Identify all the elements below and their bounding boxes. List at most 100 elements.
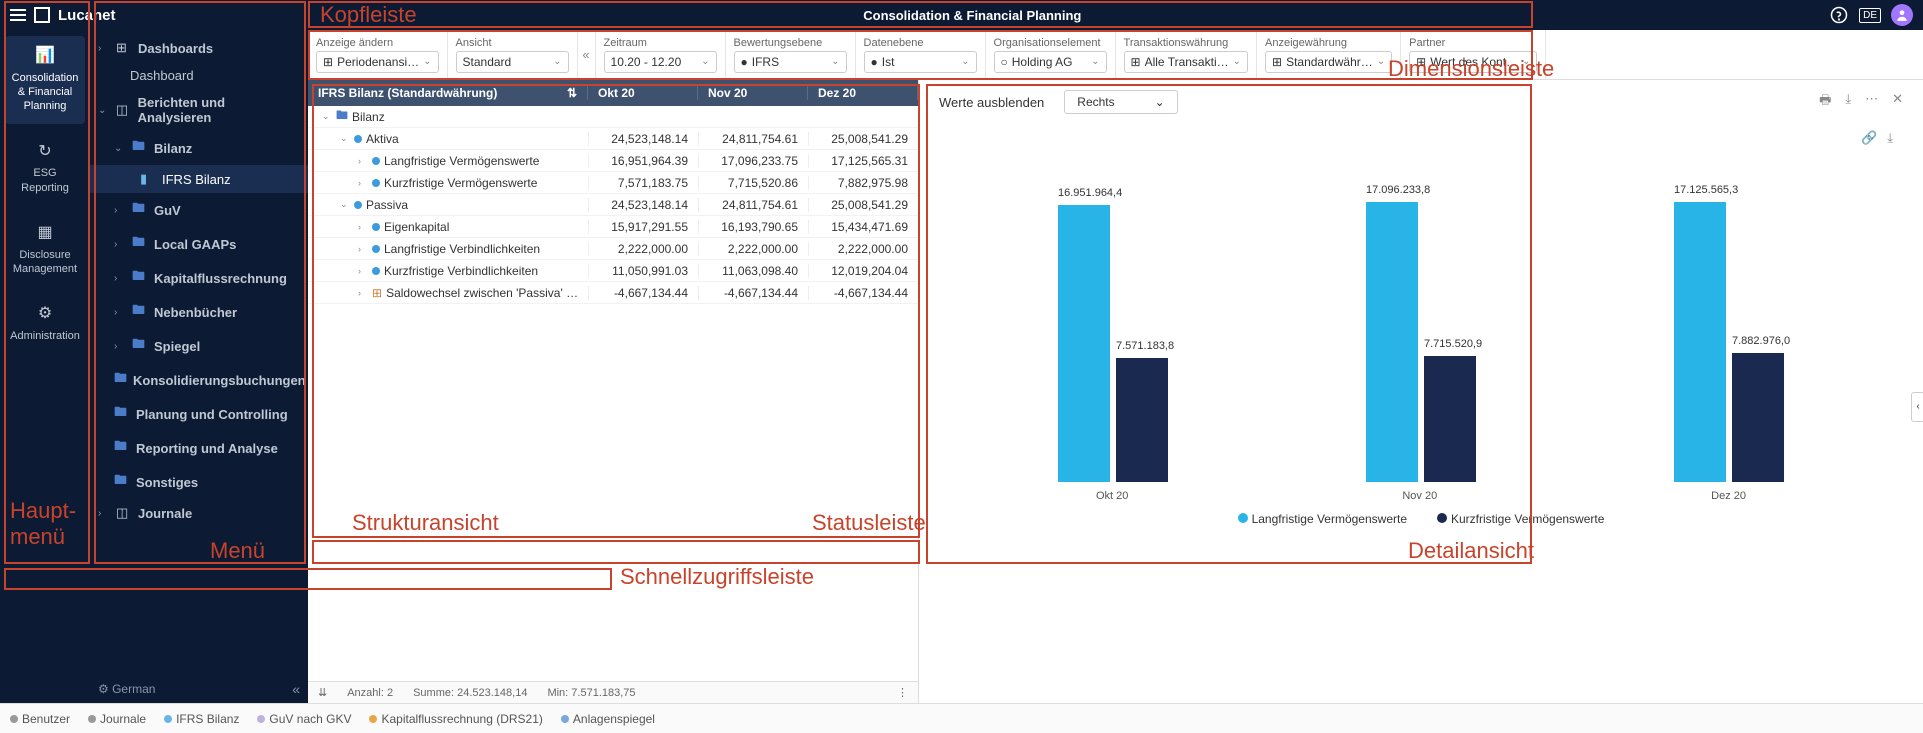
tree-node-ifrs-bilanz[interactable]: ▮ IFRS Bilanz [90, 165, 308, 193]
quick-access-item[interactable]: IFRS Bilanz [164, 712, 239, 726]
table-row[interactable]: ⌄Passiva24,523,148.1424,811,754.6125,008… [308, 194, 918, 216]
cell-value[interactable]: 7,571,183.75 [588, 176, 698, 190]
chart-bar[interactable]: 7.571.183,8 [1116, 358, 1168, 482]
chart-bar[interactable]: 17.125.565,3 [1674, 202, 1726, 482]
chevron-right-icon[interactable]: › [358, 266, 368, 276]
quick-access-item[interactable]: Kapitalflussrechnung (DRS21) [369, 712, 542, 726]
tree-node-journale[interactable]: › ◫ Journale [90, 499, 308, 527]
cell-value[interactable]: 17,096,233.75 [698, 154, 808, 168]
cell-value[interactable]: 2,222,000.00 [698, 242, 808, 256]
cell-value[interactable]: 2,222,000.00 [808, 242, 918, 256]
tree-node-local-gaaps[interactable]: › 🖿 Local GAAPs [90, 227, 308, 261]
cell-value[interactable]: 2,222,000.00 [588, 242, 698, 256]
settings-icon[interactable]: ⇅ [567, 86, 577, 100]
print-icon[interactable]: 🖶 [1819, 91, 1831, 113]
cell-value[interactable]: 24,523,148.14 [588, 132, 698, 146]
tree-node-planung[interactable]: 🖿 Planung und Controlling [90, 397, 308, 431]
position-select[interactable]: Rechts ⌄ [1064, 90, 1177, 114]
dimension-select[interactable]: ●Ist⌄ [864, 51, 977, 73]
tree-node-konsolidierung[interactable]: 🖿 Konsolidierungsbuchungen [90, 363, 308, 397]
table-row[interactable]: ›Kurzfristige Vermögenswerte7,571,183.75… [308, 172, 918, 194]
chevron-down-icon[interactable]: ⌄ [322, 111, 332, 122]
chevron-right-icon[interactable]: › [358, 178, 368, 188]
dimension-select[interactable]: ⊞Periodenansi…⌄ [316, 51, 439, 73]
tree-node-reports[interactable]: ⌄ ◫ Berichten und Analysieren [90, 89, 308, 131]
cell-value[interactable]: 15,917,291.55 [588, 220, 698, 234]
chevron-down-icon[interactable]: ⌄ [340, 199, 350, 210]
cell-value[interactable]: 11,063,098.40 [698, 264, 808, 278]
column-header[interactable]: Okt 20 [588, 86, 698, 100]
legend-item[interactable]: Kurzfristige Vermögenswerte [1437, 512, 1604, 526]
cell-value[interactable]: 12,019,204.04 [808, 264, 918, 278]
quick-access-item[interactable]: Anlagenspiegel [561, 712, 655, 726]
chevron-right-icon[interactable]: › [358, 288, 368, 298]
cell-value[interactable]: 16,193,790.65 [698, 220, 808, 234]
table-row[interactable]: ›Kurzfristige Verbindlichkeiten11,050,99… [308, 260, 918, 282]
dimension-select[interactable]: Standard⌄ [456, 51, 569, 73]
language-badge[interactable]: DE [1859, 8, 1881, 23]
dimension-select[interactable]: ⊞Standardwähr…⌄ [1265, 51, 1392, 73]
tree-node-dashboards[interactable]: › ⊞ Dashboards [90, 34, 308, 62]
main-menu-item-admin[interactable]: ⚙ Administration [5, 294, 85, 353]
quick-access-item[interactable]: GuV nach GKV [257, 712, 351, 726]
chevron-right-icon[interactable]: › [358, 156, 368, 166]
cell-value[interactable]: 15,434,471.69 [808, 220, 918, 234]
panel-collapse-handle[interactable]: ‹ [1911, 392, 1923, 422]
quick-access-item[interactable]: Journale [88, 712, 146, 726]
dimension-select[interactable]: 10.20 - 12.20⌄ [604, 51, 717, 73]
cell-value[interactable]: 25,008,541.29 [808, 198, 918, 212]
language-selector[interactable]: ⚙ German [98, 682, 155, 696]
cell-value[interactable]: 11,050,991.03 [588, 264, 698, 278]
cell-value[interactable]: 24,523,148.14 [588, 198, 698, 212]
main-menu-item-consolidation[interactable]: 📊 Consolidation & Financial Planning [5, 36, 85, 124]
dimension-select[interactable]: ⊞Alle Transakti…⌄ [1124, 51, 1248, 73]
tree-node-spiegel[interactable]: › 🖿 Spiegel [90, 329, 308, 363]
more-icon[interactable]: ⋮ [897, 686, 908, 699]
tree-node-nebenbuecher[interactable]: › 🖿 Nebenbücher [90, 295, 308, 329]
download-icon[interactable]: ⤓ [1845, 91, 1851, 113]
cell-value[interactable]: -4,667,134.44 [588, 286, 698, 300]
close-icon[interactable]: ✕ [1892, 91, 1903, 113]
expand-all-icon[interactable]: ⇊ [318, 686, 327, 699]
help-icon[interactable] [1829, 5, 1849, 25]
table-row[interactable]: ›⊞Saldowechsel zwischen 'Passiva' …-4,66… [308, 282, 918, 304]
chevron-down-icon[interactable]: ⌄ [340, 133, 350, 144]
chart-bar[interactable]: 17.096.233,8 [1366, 202, 1418, 482]
tree-node-kapitalfluss[interactable]: › 🖿 Kapitalflussrechnung [90, 261, 308, 295]
chart-bar[interactable]: 7.715.520,9 [1424, 356, 1476, 482]
tree-node-reporting[interactable]: 🖿 Reporting und Analyse [90, 431, 308, 465]
tree-node-bilanz[interactable]: ⌄ 🖿 Bilanz [90, 131, 308, 165]
collapse-dimensions-icon[interactable]: « [578, 30, 596, 79]
legend-item[interactable]: Langfristige Vermögenswerte [1238, 512, 1407, 526]
chart-bar[interactable]: 7.882.976,0 [1732, 353, 1784, 482]
tree-node-sonstiges[interactable]: 🖿 Sonstiges [90, 465, 308, 499]
table-row[interactable]: ⌄🖿Bilanz [308, 106, 918, 128]
collapse-menu-icon[interactable]: « [292, 681, 300, 697]
tree-node-dashboard[interactable]: Dashboard [90, 62, 308, 89]
cell-value[interactable]: 24,811,754.61 [698, 198, 808, 212]
user-avatar[interactable] [1891, 4, 1913, 26]
main-menu-item-esg[interactable]: ↻ ESG Reporting [5, 132, 85, 205]
more-icon[interactable]: ⋯ [1865, 91, 1878, 113]
column-header[interactable]: Dez 20 [808, 86, 918, 100]
table-row[interactable]: ⌄Aktiva24,523,148.1424,811,754.6125,008,… [308, 128, 918, 150]
cell-value[interactable]: -4,667,134.44 [808, 286, 918, 300]
chart-bar[interactable]: 16.951.964,4 [1058, 205, 1110, 482]
table-row[interactable]: ›Eigenkapital15,917,291.5516,193,790.651… [308, 216, 918, 238]
chevron-right-icon[interactable]: › [358, 222, 368, 232]
chevron-right-icon[interactable]: › [358, 244, 368, 254]
column-header[interactable]: Nov 20 [698, 86, 808, 100]
table-row[interactable]: ›Langfristige Vermögenswerte16,951,964.3… [308, 150, 918, 172]
dimension-select[interactable]: ○Holding AG⌄ [994, 51, 1107, 73]
cell-value[interactable]: 25,008,541.29 [808, 132, 918, 146]
dimension-select[interactable]: ⊞Wert des Kont…⌄ [1409, 51, 1537, 73]
cell-value[interactable]: 7,882,975.98 [808, 176, 918, 190]
cell-value[interactable]: 7,715,520.86 [698, 176, 808, 190]
main-menu-item-disclosure[interactable]: ▦ Disclosure Management [5, 213, 85, 286]
menu-toggle-icon[interactable] [10, 9, 26, 21]
cell-value[interactable]: 24,811,754.61 [698, 132, 808, 146]
quick-access-item[interactable]: Benutzer [10, 712, 70, 726]
table-row[interactable]: ›Langfristige Verbindlichkeiten2,222,000… [308, 238, 918, 260]
cell-value[interactable]: -4,667,134.44 [698, 286, 808, 300]
cell-value[interactable]: 17,125,565.31 [808, 154, 918, 168]
